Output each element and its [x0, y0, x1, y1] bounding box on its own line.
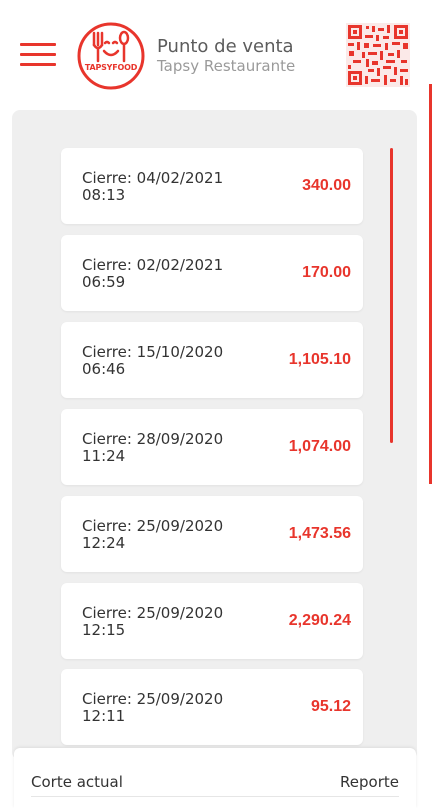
cierre-amount: 2,290.24	[288, 612, 351, 629]
list-item[interactable]: Cierre: 28/09/2020 11:24 1,074.00	[61, 409, 363, 485]
tapsyfood-logo: TAPSYFOOD	[76, 21, 146, 91]
scrollbar[interactable]	[390, 148, 393, 443]
logo-emblem	[77, 22, 145, 90]
bottom-tabs: Corte actual Reporte	[14, 748, 416, 808]
menu-line	[20, 53, 56, 56]
qr-code-graphic	[346, 23, 410, 87]
right-edge-indicator	[429, 84, 432, 484]
hamburger-icon[interactable]	[20, 43, 56, 67]
menu-line	[20, 43, 56, 46]
list-item[interactable]: Cierre: 15/10/2020 06:46 1,105.10	[61, 322, 363, 398]
cierre-amount: 340.00	[302, 177, 351, 194]
cierre-amount: 1,074.00	[288, 438, 351, 455]
app-header: TAPSYFOOD Punto de venta Tapsy Restauran…	[0, 0, 434, 110]
cierre-label: Cierre: 04/02/2021 08:13	[82, 169, 224, 204]
menu-line	[20, 63, 56, 66]
list-item[interactable]: Cierre: 25/09/2020 12:15 2,290.24	[61, 583, 363, 659]
qr-code-icon[interactable]	[346, 23, 410, 87]
cierre-amount: 1,105.10	[288, 351, 351, 368]
page-title: Punto de venta	[157, 36, 294, 57]
cierres-list[interactable]: Cierre: 04/02/2021 08:13 340.00 Cierre: …	[12, 110, 417, 760]
list-item[interactable]: Cierre: 25/09/2020 12:11 95.12	[61, 669, 363, 745]
cierre-amount: 170.00	[302, 264, 351, 281]
cierre-label: Cierre: 28/09/2020 11:24	[82, 430, 224, 465]
cierre-label: Cierre: 02/02/2021 06:59	[82, 256, 224, 291]
list-item[interactable]: Cierre: 02/02/2021 06:59 170.00	[61, 235, 363, 311]
cierre-label: Cierre: 25/09/2020 12:24	[82, 517, 224, 552]
logo-wordmark: TAPSYFOOD	[84, 63, 138, 72]
divider	[31, 796, 399, 797]
restaurant-name: Tapsy Restaurante	[157, 57, 296, 75]
cierre-label: Cierre: 25/09/2020 12:11	[82, 690, 224, 725]
cierre-label: Cierre: 15/10/2020 06:46	[82, 343, 224, 378]
list-item[interactable]: Cierre: 04/02/2021 08:13 340.00	[61, 148, 363, 224]
cierre-amount: 1,473.56	[288, 525, 351, 542]
list-item[interactable]: Cierre: 25/09/2020 12:24 1,473.56	[61, 496, 363, 572]
cierre-amount: 95.12	[310, 698, 351, 715]
cierre-label: Cierre: 25/09/2020 12:15	[82, 604, 224, 639]
tab-reporte[interactable]: Reporte	[340, 773, 399, 791]
tab-corte-actual[interactable]: Corte actual	[31, 773, 123, 791]
